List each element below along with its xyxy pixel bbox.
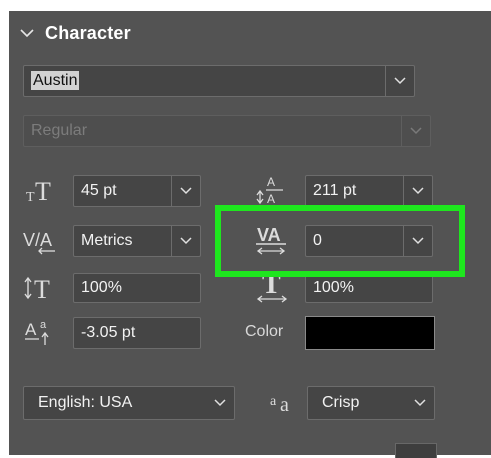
kerning-select[interactable]: Metrics: [73, 225, 201, 257]
vertical-scale-field[interactable]: 100%: [73, 273, 201, 303]
chevron-down-icon: [410, 127, 422, 135]
svg-text:A: A: [267, 192, 275, 206]
font-size-dropdown-button[interactable]: [171, 176, 200, 206]
chevron-down-icon: [412, 187, 424, 195]
svg-text:A: A: [25, 320, 37, 339]
kerning-value[interactable]: Metrics: [74, 232, 133, 250]
panel-title: Character: [45, 22, 131, 43]
font-size-field[interactable]: 45 pt: [73, 175, 201, 207]
panel-bottom-button[interactable]: [395, 443, 437, 458]
chevron-down-icon: [180, 237, 192, 245]
antialias-value[interactable]: Crisp: [308, 394, 359, 412]
chevron-down-icon: [214, 399, 226, 407]
svg-text:T: T: [26, 190, 35, 204]
baseline-shift-field[interactable]: -3.05 pt: [73, 317, 201, 349]
kerning-icon: V/A: [21, 225, 61, 255]
font-size-value[interactable]: 45 pt: [74, 182, 117, 200]
character-panel: Character Austin Regular T T 45 pt A A 2…: [9, 11, 491, 458]
horizontal-scale-value[interactable]: 100%: [306, 279, 354, 297]
svg-text:T: T: [35, 177, 51, 204]
leading-dropdown-button[interactable]: [403, 176, 432, 206]
tracking-highlight-box: [215, 205, 465, 277]
font-style-select[interactable]: Regular: [23, 115, 431, 147]
language-select[interactable]: English: USA: [23, 386, 235, 420]
horizontal-scale-field[interactable]: 100%: [305, 273, 433, 303]
chevron-down-icon: [394, 77, 406, 85]
font-family-value[interactable]: Austin: [31, 71, 80, 90]
font-family-dropdown-button[interactable]: [385, 66, 414, 96]
svg-text:T: T: [34, 275, 50, 303]
kerning-dropdown-button[interactable]: [171, 226, 200, 256]
baseline-shift-value[interactable]: -3.05 pt: [74, 324, 135, 342]
color-label: Color: [245, 323, 284, 340]
panel-header[interactable]: Character: [19, 21, 131, 45]
leading-value[interactable]: 211 pt: [306, 182, 356, 200]
antialias-dropdown-button[interactable]: [406, 387, 434, 419]
antialias-select[interactable]: Crisp: [307, 386, 435, 420]
chevron-down-icon: [414, 399, 426, 407]
font-style-value: Regular: [31, 122, 88, 139]
svg-text:a: a: [280, 394, 289, 416]
chevron-down-icon[interactable]: [19, 25, 35, 41]
antialias-icon: a a: [269, 389, 303, 417]
vertical-scale-icon: T: [23, 273, 59, 303]
font-style-dropdown-button[interactable]: [401, 116, 430, 146]
vertical-scale-value[interactable]: 100%: [74, 279, 122, 297]
leading-icon: A A: [255, 171, 289, 207]
svg-text:A: A: [267, 175, 275, 189]
language-dropdown-button[interactable]: [206, 387, 234, 419]
baseline-shift-icon: A a: [23, 315, 59, 347]
font-family-select[interactable]: Austin: [23, 65, 415, 97]
color-swatch[interactable]: [305, 316, 435, 350]
svg-text:V/A: V/A: [23, 230, 52, 250]
font-size-icon: T T: [23, 175, 59, 205]
svg-text:a: a: [270, 394, 277, 409]
language-value[interactable]: English: USA: [24, 394, 132, 412]
leading-field[interactable]: 211 pt: [305, 175, 433, 207]
chevron-down-icon: [180, 187, 192, 195]
svg-text:a: a: [40, 319, 47, 331]
